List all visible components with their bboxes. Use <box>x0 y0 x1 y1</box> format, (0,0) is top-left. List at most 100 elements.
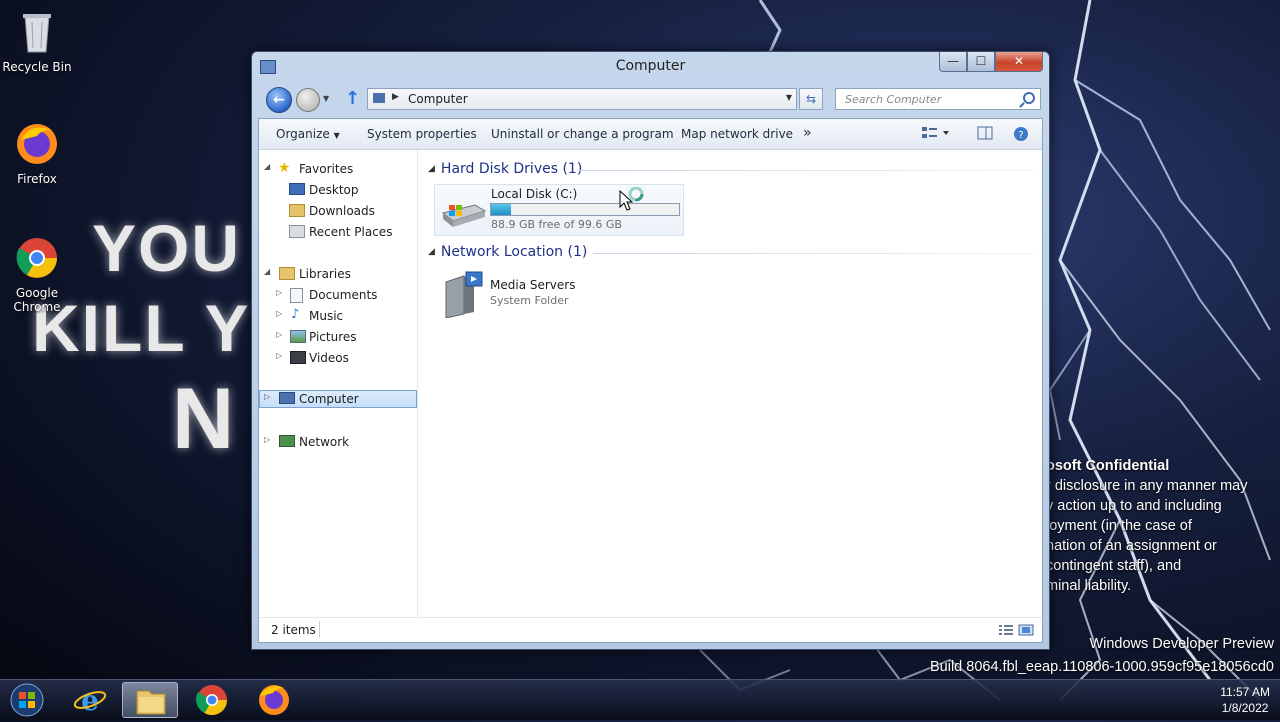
downloads-folder-icon <box>289 204 305 217</box>
taskbar-chrome[interactable] <box>184 682 240 718</box>
start-button[interactable] <box>0 682 56 718</box>
busy-cursor-icon <box>619 187 644 211</box>
back-button[interactable]: ← <box>266 87 292 113</box>
system-clock[interactable]: 11:57 AM 1/8/2022 <box>1220 684 1270 716</box>
build-title: Windows Developer Preview <box>1089 636 1274 652</box>
help-icon: ? <box>1014 127 1028 141</box>
system-properties-button[interactable]: System properties <box>367 127 477 141</box>
chevron-down-icon: ▼ <box>333 131 340 140</box>
nav-downloads-label: Downloads <box>309 204 375 218</box>
nav-recent-places[interactable]: Recent Places <box>259 223 417 241</box>
nav-documents-label: Documents <box>309 288 378 302</box>
preview-pane-button[interactable] <box>977 126 993 143</box>
nav-computer[interactable]: ▷ Computer <box>259 390 417 408</box>
desktop-icon-firefox[interactable]: Firefox <box>0 120 74 186</box>
expand-arrow-icon[interactable]: ▷ <box>276 309 282 318</box>
nav-desktop[interactable]: Desktop <box>259 181 417 199</box>
nav-documents[interactable]: ▷ Documents <box>259 286 417 304</box>
title-bar[interactable]: Computer — ☐ ✕ <box>252 52 1049 82</box>
nav-network-label: Network <box>299 435 350 449</box>
recycle-bin-label: Recycle Bin <box>2 60 72 74</box>
status-divider <box>319 621 320 638</box>
taskbar-file-explorer[interactable] <box>122 682 178 718</box>
close-button[interactable]: ✕ <box>995 52 1043 72</box>
taskbar: e 11:57 AM 1/8/2022 <box>0 679 1280 720</box>
more-commands-button[interactable]: » <box>803 125 812 141</box>
videos-filmstrip-icon <box>290 351 306 364</box>
minimize-button[interactable]: — <box>939 52 967 72</box>
nav-pictures[interactable]: ▷ Pictures <box>259 328 417 346</box>
taskbar-firefox[interactable] <box>246 682 302 718</box>
nav-music[interactable]: ▷ ♪ Music <box>259 307 417 325</box>
computer-icon <box>373 93 385 103</box>
expand-arrow-icon[interactable]: ▷ <box>264 435 270 444</box>
expand-arrow-icon[interactable]: ▷ <box>276 351 282 360</box>
group-hard-disk-drives[interactable]: ◢ Hard Disk Drives (1) <box>428 161 582 177</box>
media-servers-item[interactable]: Media Servers System Folder <box>434 268 654 320</box>
drive-usage-fill <box>491 204 512 215</box>
uninstall-program-button[interactable]: Uninstall or change a program <box>491 127 674 141</box>
confidential-notice: osoft Confidential r disclosure in any m… <box>1046 456 1280 596</box>
nav-libraries[interactable]: ◢ Libraries <box>259 265 417 283</box>
media-servers-type: System Folder <box>490 294 569 307</box>
expand-arrow-icon[interactable]: ▷ <box>264 392 270 401</box>
change-view-button[interactable] <box>921 126 951 143</box>
collapse-arrow-icon[interactable]: ◢ <box>428 164 435 174</box>
confidential-title: osoft Confidential <box>1046 458 1170 474</box>
expand-arrow-icon[interactable]: ▷ <box>276 330 282 339</box>
nav-music-label: Music <box>309 309 344 323</box>
collapse-arrow-icon[interactable]: ◢ <box>428 247 435 257</box>
address-bar[interactable]: ▶ Computer ▼ <box>367 88 797 110</box>
group-network-location[interactable]: ◢ Network Location (1) <box>428 244 587 260</box>
taskbar-internet-explorer[interactable]: e <box>62 682 118 718</box>
organize-button[interactable]: Organize ▼ <box>276 127 340 141</box>
confidential-line: nation of an assignment or <box>1046 538 1217 554</box>
map-network-drive-button[interactable]: Map network drive <box>681 127 793 141</box>
drive-name: Local Disk (C:) <box>491 187 578 201</box>
nav-network[interactable]: ▷ Network <box>259 433 417 451</box>
breadcrumb-arrow-icon[interactable]: ▶ <box>392 92 399 102</box>
nav-recent-places-label: Recent Places <box>309 225 393 239</box>
computer-icon <box>279 392 295 404</box>
nav-libraries-label: Libraries <box>299 267 351 281</box>
breadcrumb-computer[interactable]: Computer <box>408 92 468 106</box>
search-box[interactable] <box>835 88 1041 110</box>
collapse-arrow-icon[interactable]: ◢ <box>264 267 270 276</box>
refresh-button[interactable]: ⇆ <box>799 88 823 110</box>
view-options-icon <box>922 127 949 138</box>
help-button[interactable]: ? <box>1013 126 1029 145</box>
desktop-icon-chrome[interactable]: Google Chrome <box>0 234 74 314</box>
recent-places-icon <box>289 225 305 238</box>
content-area: Organize ▼ System properties Uninstall o… <box>258 118 1043 643</box>
group-divider <box>593 253 1034 254</box>
group-divider <box>578 170 1034 171</box>
nav-desktop-label: Desktop <box>309 183 359 197</box>
svg-text:?: ? <box>1018 130 1023 141</box>
search-input[interactable] <box>843 92 1017 107</box>
music-note-icon: ♪ <box>291 307 300 322</box>
recent-locations-dropdown-icon[interactable]: ▼ <box>323 94 329 103</box>
firefox-label: Firefox <box>17 172 57 186</box>
star-icon: ★ <box>278 160 291 176</box>
nav-videos[interactable]: ▷ Videos <box>259 349 417 367</box>
hard-drive-icon <box>441 204 487 227</box>
chrome-icon <box>13 234 61 282</box>
nav-downloads[interactable]: Downloads <box>259 202 417 220</box>
confidential-line: r disclosure in any manner may <box>1046 478 1248 494</box>
firefox-icon <box>259 685 289 715</box>
expand-arrow-icon[interactable]: ▷ <box>276 288 282 297</box>
desktop-icon-recycle-bin[interactable]: Recycle Bin <box>0 8 74 74</box>
nav-favorites[interactable]: ◢ ★ Favorites <box>259 160 417 178</box>
item-count: 2 items <box>271 623 316 637</box>
forward-button[interactable] <box>296 88 320 112</box>
refresh-icon: ⇆ <box>805 92 817 106</box>
large-icons-view-icon[interactable] <box>1018 624 1034 636</box>
drive-free-space: 88.9 GB free of 99.6 GB <box>491 218 622 231</box>
details-view-icon[interactable] <box>998 624 1014 636</box>
search-icon[interactable] <box>1023 92 1035 104</box>
maximize-button[interactable]: ☐ <box>967 52 995 72</box>
collapse-arrow-icon[interactable]: ◢ <box>264 162 270 171</box>
up-arrow-icon[interactable]: ↑ <box>345 88 360 109</box>
address-dropdown-icon[interactable]: ▼ <box>786 93 792 102</box>
explorer-window: Computer — ☐ ✕ ← ▼ ↑ ▶ Computer ▼ ⇆ Orga… <box>251 51 1050 650</box>
